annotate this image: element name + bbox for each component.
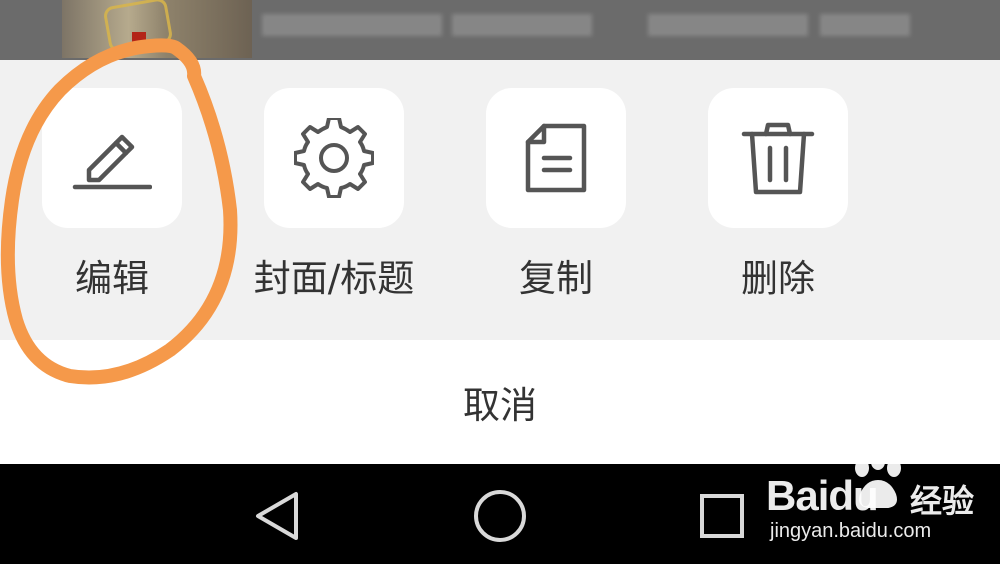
action-sheet: 编辑 封面/标题 复制 删除 [0, 60, 1000, 340]
pencil-icon [72, 134, 152, 190]
edit-label: 编辑 [75, 257, 149, 300]
blurred-text [262, 14, 442, 36]
delete-label: 删除 [741, 257, 815, 300]
blurred-text [648, 14, 808, 36]
back-button[interactable] [248, 486, 308, 546]
home-button[interactable] [470, 486, 530, 546]
cancel-area: 取消 [0, 340, 1000, 464]
delete-tile[interactable] [708, 88, 848, 228]
cover-title-label: 封面/标题 [253, 257, 415, 300]
blurred-text [820, 14, 910, 36]
triangle-back-icon [256, 492, 298, 540]
thumbnail-image [62, 0, 252, 58]
edit-tile[interactable] [42, 88, 182, 228]
blurred-text [452, 14, 592, 36]
cover-title-tile[interactable] [264, 88, 404, 228]
cancel-button[interactable]: 取消 [0, 340, 1000, 464]
edit-action[interactable]: 编辑 [42, 88, 182, 300]
copy-tile[interactable] [486, 88, 626, 228]
copy-label: 复制 [519, 257, 593, 300]
delete-action[interactable]: 删除 [708, 88, 848, 300]
document-icon [525, 123, 587, 193]
copy-action[interactable]: 复制 [486, 88, 626, 300]
recents-button[interactable] [692, 486, 752, 546]
square-recents-icon [700, 494, 744, 538]
gear-icon [294, 118, 374, 198]
background-content-strip [0, 0, 1000, 60]
cover-title-action[interactable]: 封面/标题 [254, 88, 414, 300]
trash-icon [741, 122, 815, 195]
circle-home-icon [474, 490, 526, 542]
thumbnail-stamp [132, 32, 146, 48]
system-nav-bar [0, 464, 1000, 564]
